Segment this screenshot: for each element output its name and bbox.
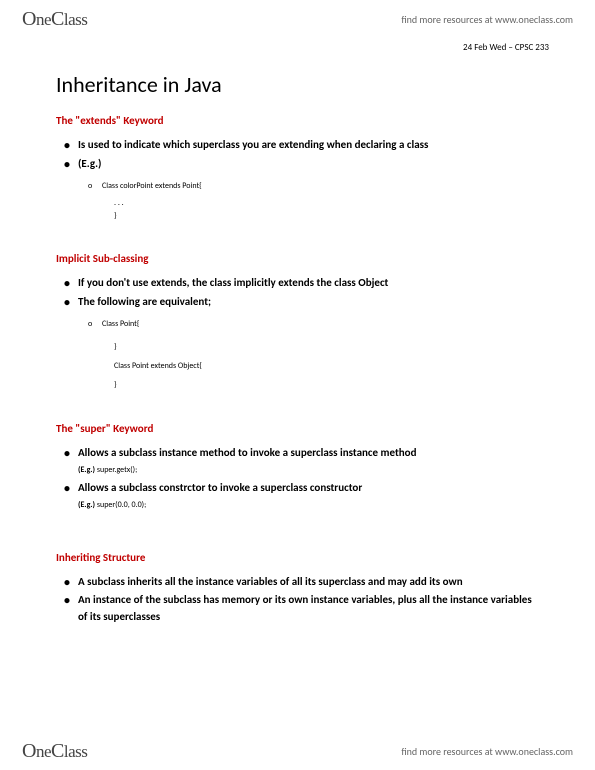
extends-sub-1: Class colorPoint extends Point{ — [102, 180, 539, 193]
inherit-bullet-2: An instance of the subclass has memory o… — [78, 592, 539, 625]
header-bar: OneClass find more resources at www.onec… — [0, 0, 595, 34]
super-b1-text: Allows a subclass instance method to inv… — [78, 446, 417, 459]
brand-logo-top: OneClass — [22, 8, 87, 31]
super-eg1-label: (E.g.) — [78, 465, 97, 475]
implicit-bullet-2: The following are equivalent; — [78, 294, 539, 311]
implicit-sublist: Class Point{ — [56, 318, 539, 331]
implicit-bullet-1: If you don't use extends, the class impl… — [78, 275, 539, 292]
super-eg2-label: (E.g.) — [78, 500, 97, 510]
super-bullet-2: Allows a subclass constrctor to invoke a… — [78, 480, 539, 513]
implicit-sub-1: Class Point{ — [102, 318, 539, 331]
extends-code-1: . . . — [56, 197, 539, 210]
document-content: 24 Feb Wed – CPSC 233 Inheritance in Jav… — [0, 34, 595, 625]
section-heading-super: The "super" Keyword — [56, 422, 539, 435]
implicit-list: If you don't use extends, the class impl… — [56, 275, 539, 310]
section-heading-inherit: Inheriting Structure — [56, 551, 539, 564]
extends-list: Is used to indicate which superclass you… — [56, 137, 539, 172]
tagline-top: find more resources at www.oneclass.com — [401, 13, 573, 26]
implicit-code-2: Class Point extends Object{ — [56, 360, 539, 373]
footer-bar: OneClass find more resources at www.onec… — [0, 736, 595, 770]
super-eg1-code: super.getx(); — [97, 465, 137, 475]
page-title: Inheritance in Java — [56, 71, 539, 98]
super-bullet-1: Allows a subclass instance method to inv… — [78, 445, 539, 478]
brand-logo-bottom: OneClass — [22, 740, 87, 763]
tagline-bottom: find more resources at www.oneclass.com — [401, 745, 573, 758]
inherit-bullet-1: A subclass inherits all the instance var… — [78, 574, 539, 591]
extends-sublist: Class colorPoint extends Point{ — [56, 180, 539, 193]
super-b2-text: Allows a subclass constrctor to invoke a… — [78, 481, 362, 494]
section-heading-implicit: Implicit Sub-classing — [56, 252, 539, 265]
super-list: Allows a subclass instance method to inv… — [56, 445, 539, 513]
extends-bullet-1: Is used to indicate which superclass you… — [78, 137, 539, 154]
extends-bullet-eg: (E.g.) — [78, 156, 539, 173]
extends-code-2: } — [56, 210, 539, 223]
date-course-line: 24 Feb Wed – CPSC 233 — [56, 42, 549, 53]
implicit-code-1: } — [56, 341, 539, 354]
inherit-list: A subclass inherits all the instance var… — [56, 574, 539, 626]
super-eg2-code: super(0.0, 0.0); — [97, 500, 146, 510]
section-heading-extends: The "extends" Keyword — [56, 114, 539, 127]
implicit-code-3: } — [56, 379, 539, 392]
